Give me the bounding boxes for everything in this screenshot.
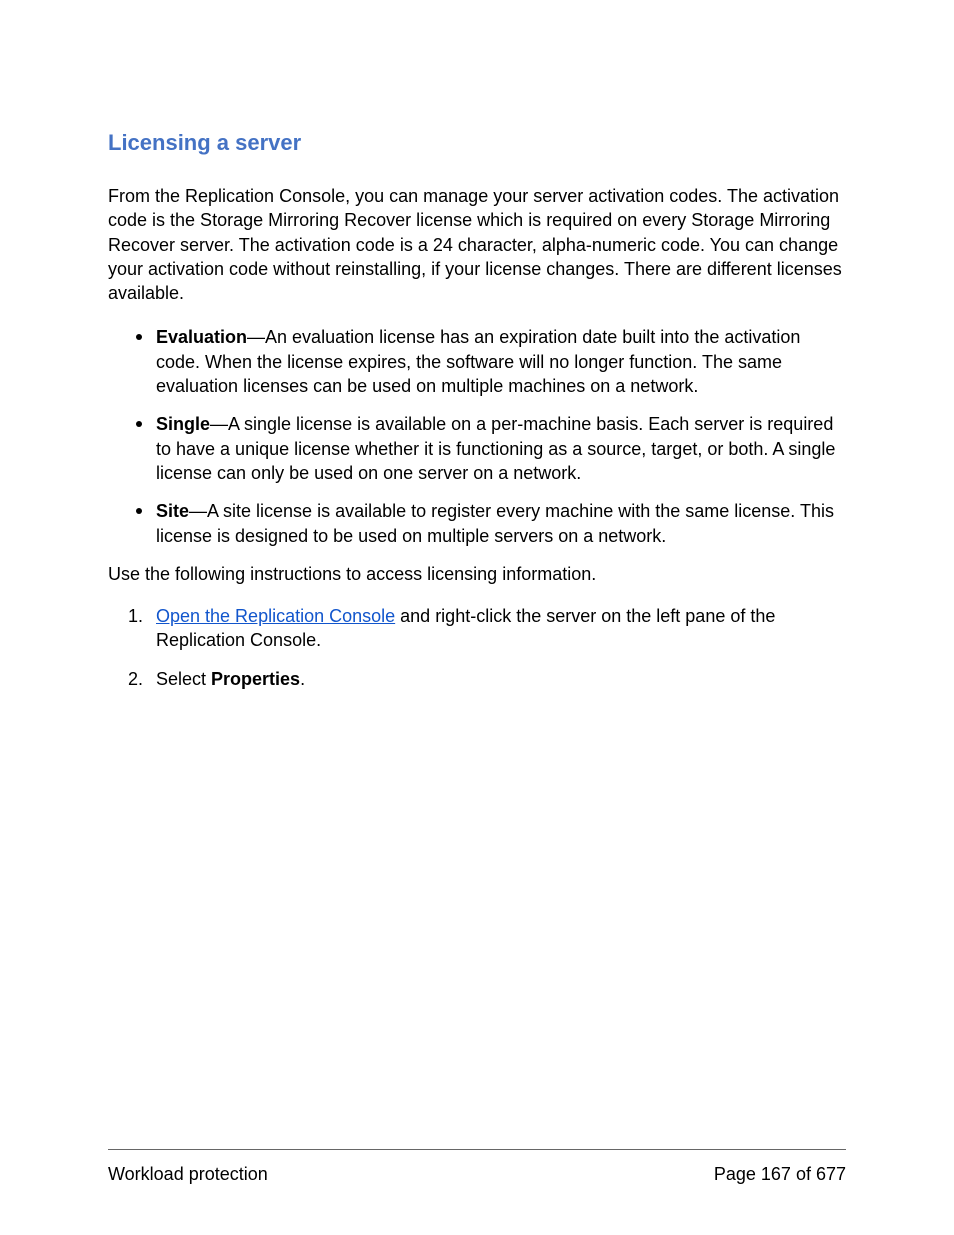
intro-paragraph: From the Replication Console, you can ma… [108, 184, 846, 305]
term-evaluation: Evaluation [156, 327, 247, 347]
term-description: —An evaluation license has an expiration… [156, 327, 800, 396]
page-content: Licensing a server From the Replication … [0, 0, 954, 691]
step-suffix: . [300, 669, 305, 689]
term-site: Site [156, 501, 189, 521]
page-footer: Workload protection Page 167 of 677 [108, 1149, 846, 1185]
instructions-list: Open the Replication Console and right-c… [108, 604, 846, 691]
list-item: Select Properties. [156, 667, 846, 691]
list-item: Site—A site license is available to regi… [156, 499, 846, 548]
term-description: —A single license is available on a per-… [156, 414, 835, 483]
instructions-intro: Use the following instructions to access… [108, 562, 846, 586]
step-prefix: Select [156, 669, 211, 689]
open-replication-console-link[interactable]: Open the Replication Console [156, 606, 395, 626]
footer-page-number: Page 167 of 677 [714, 1164, 846, 1185]
list-item: Single—A single license is available on … [156, 412, 846, 485]
step-bold: Properties [211, 669, 300, 689]
license-types-list: Evaluation—An evaluation license has an … [108, 325, 846, 547]
list-item: Open the Replication Console and right-c… [156, 604, 846, 653]
term-single: Single [156, 414, 210, 434]
term-description: —A site license is available to register… [156, 501, 834, 545]
footer-section-name: Workload protection [108, 1164, 268, 1185]
list-item: Evaluation—An evaluation license has an … [156, 325, 846, 398]
section-heading: Licensing a server [108, 130, 846, 156]
